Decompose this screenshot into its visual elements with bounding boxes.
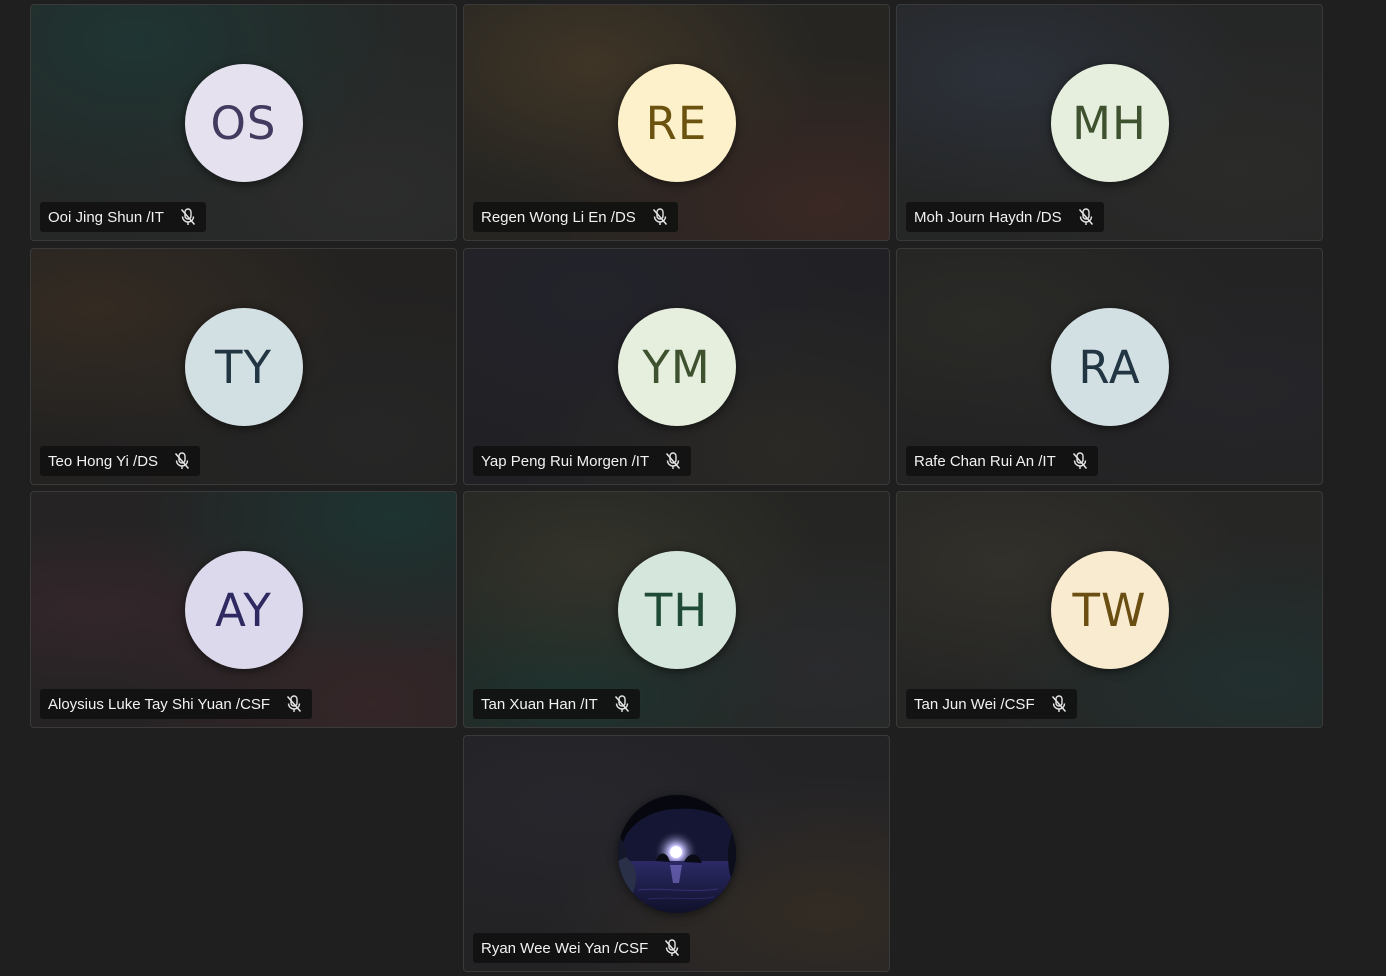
avatar-initials: AY xyxy=(215,583,272,637)
mic-muted-icon xyxy=(663,451,683,471)
avatar-initials: RA xyxy=(1078,340,1141,394)
mic-muted-icon xyxy=(612,694,632,714)
participant-name-tag: Rafe Chan Rui An /IT xyxy=(906,446,1098,476)
participant-tile[interactable]: RE Regen Wong Li En /DS xyxy=(463,4,890,241)
participant-name-tag: Moh Journ Haydn /DS xyxy=(906,202,1104,232)
mic-muted-icon xyxy=(1049,694,1069,714)
participant-name: Tan Jun Wei /CSF xyxy=(914,695,1035,713)
avatar-initials: TY xyxy=(215,340,272,394)
participant-tile[interactable]: TH Tan Xuan Han /IT xyxy=(463,491,890,728)
video-gallery: OS Ooi Jing Shun /IT RE Regen Wong Li En… xyxy=(0,0,1386,976)
participant-tile[interactable]: TW Tan Jun Wei /CSF xyxy=(896,491,1323,728)
avatar-initials: YM xyxy=(642,340,711,394)
participant-name: Yap Peng Rui Morgen /IT xyxy=(481,452,650,470)
participant-tile[interactable]: OS Ooi Jing Shun /IT xyxy=(30,4,457,241)
mic-muted-icon xyxy=(650,207,670,227)
mic-muted-icon xyxy=(662,938,682,958)
avatar: TY xyxy=(184,308,303,426)
avatar-initials: MH xyxy=(1072,96,1147,150)
participant-tile[interactable]: RA Rafe Chan Rui An /IT xyxy=(896,248,1323,485)
participant-name-tag: Teo Hong Yi /DS xyxy=(40,446,201,476)
avatar: AY xyxy=(184,551,303,669)
mic-muted-icon xyxy=(1070,451,1090,471)
participant-name: Ooi Jing Shun /IT xyxy=(48,208,164,226)
avatar: OS xyxy=(184,64,303,182)
participant-name-tag: Ooi Jing Shun /IT xyxy=(40,202,206,232)
participant-name-tag: Tan Jun Wei /CSF xyxy=(906,689,1077,719)
avatar-initials: RE xyxy=(645,96,708,150)
avatar: MH xyxy=(1050,64,1169,182)
participant-name: Ryan Wee Wei Yan /CSF xyxy=(481,939,649,957)
avatar-initials: TH xyxy=(644,583,709,637)
mic-muted-icon xyxy=(1076,207,1096,227)
avatar: TW xyxy=(1050,551,1169,669)
participant-tile[interactable]: TY Teo Hong Yi /DS xyxy=(30,248,457,485)
participant-name-tag: Ryan Wee Wei Yan /CSF xyxy=(473,933,691,963)
participant-name: Tan Xuan Han /IT xyxy=(481,695,598,713)
avatar-initials: OS xyxy=(210,96,277,150)
avatar-initials: TW xyxy=(1072,583,1147,637)
participant-name: Aloysius Luke Tay Shi Yuan /CSF xyxy=(48,695,271,713)
participant-name-tag: Aloysius Luke Tay Shi Yuan /CSF xyxy=(40,689,313,719)
avatar: YM xyxy=(617,308,736,426)
participant-tile[interactable]: MH Moh Journ Haydn /DS xyxy=(896,4,1323,241)
avatar: TH xyxy=(617,551,736,669)
participant-name: Rafe Chan Rui An /IT xyxy=(914,452,1056,470)
participant-tile[interactable]: AY Aloysius Luke Tay Shi Yuan /CSF xyxy=(30,491,457,728)
participant-name-tag: Tan Xuan Han /IT xyxy=(473,689,640,719)
mic-muted-icon xyxy=(284,694,304,714)
mic-muted-icon xyxy=(178,207,198,227)
participant-tile[interactable]: YM Yap Peng Rui Morgen /IT xyxy=(463,248,890,485)
participant-tile[interactable]: Ryan Wee Wei Yan /CSF xyxy=(463,735,890,972)
profile-photo xyxy=(617,795,736,913)
mic-muted-icon xyxy=(172,451,192,471)
avatar: RA xyxy=(1050,308,1169,426)
participant-name: Regen Wong Li En /DS xyxy=(481,208,636,226)
participant-name: Moh Journ Haydn /DS xyxy=(914,208,1062,226)
participant-name: Teo Hong Yi /DS xyxy=(48,452,159,470)
avatar: RE xyxy=(617,64,736,182)
participant-name-tag: Regen Wong Li En /DS xyxy=(473,202,678,232)
participant-name-tag: Yap Peng Rui Morgen /IT xyxy=(473,446,692,476)
